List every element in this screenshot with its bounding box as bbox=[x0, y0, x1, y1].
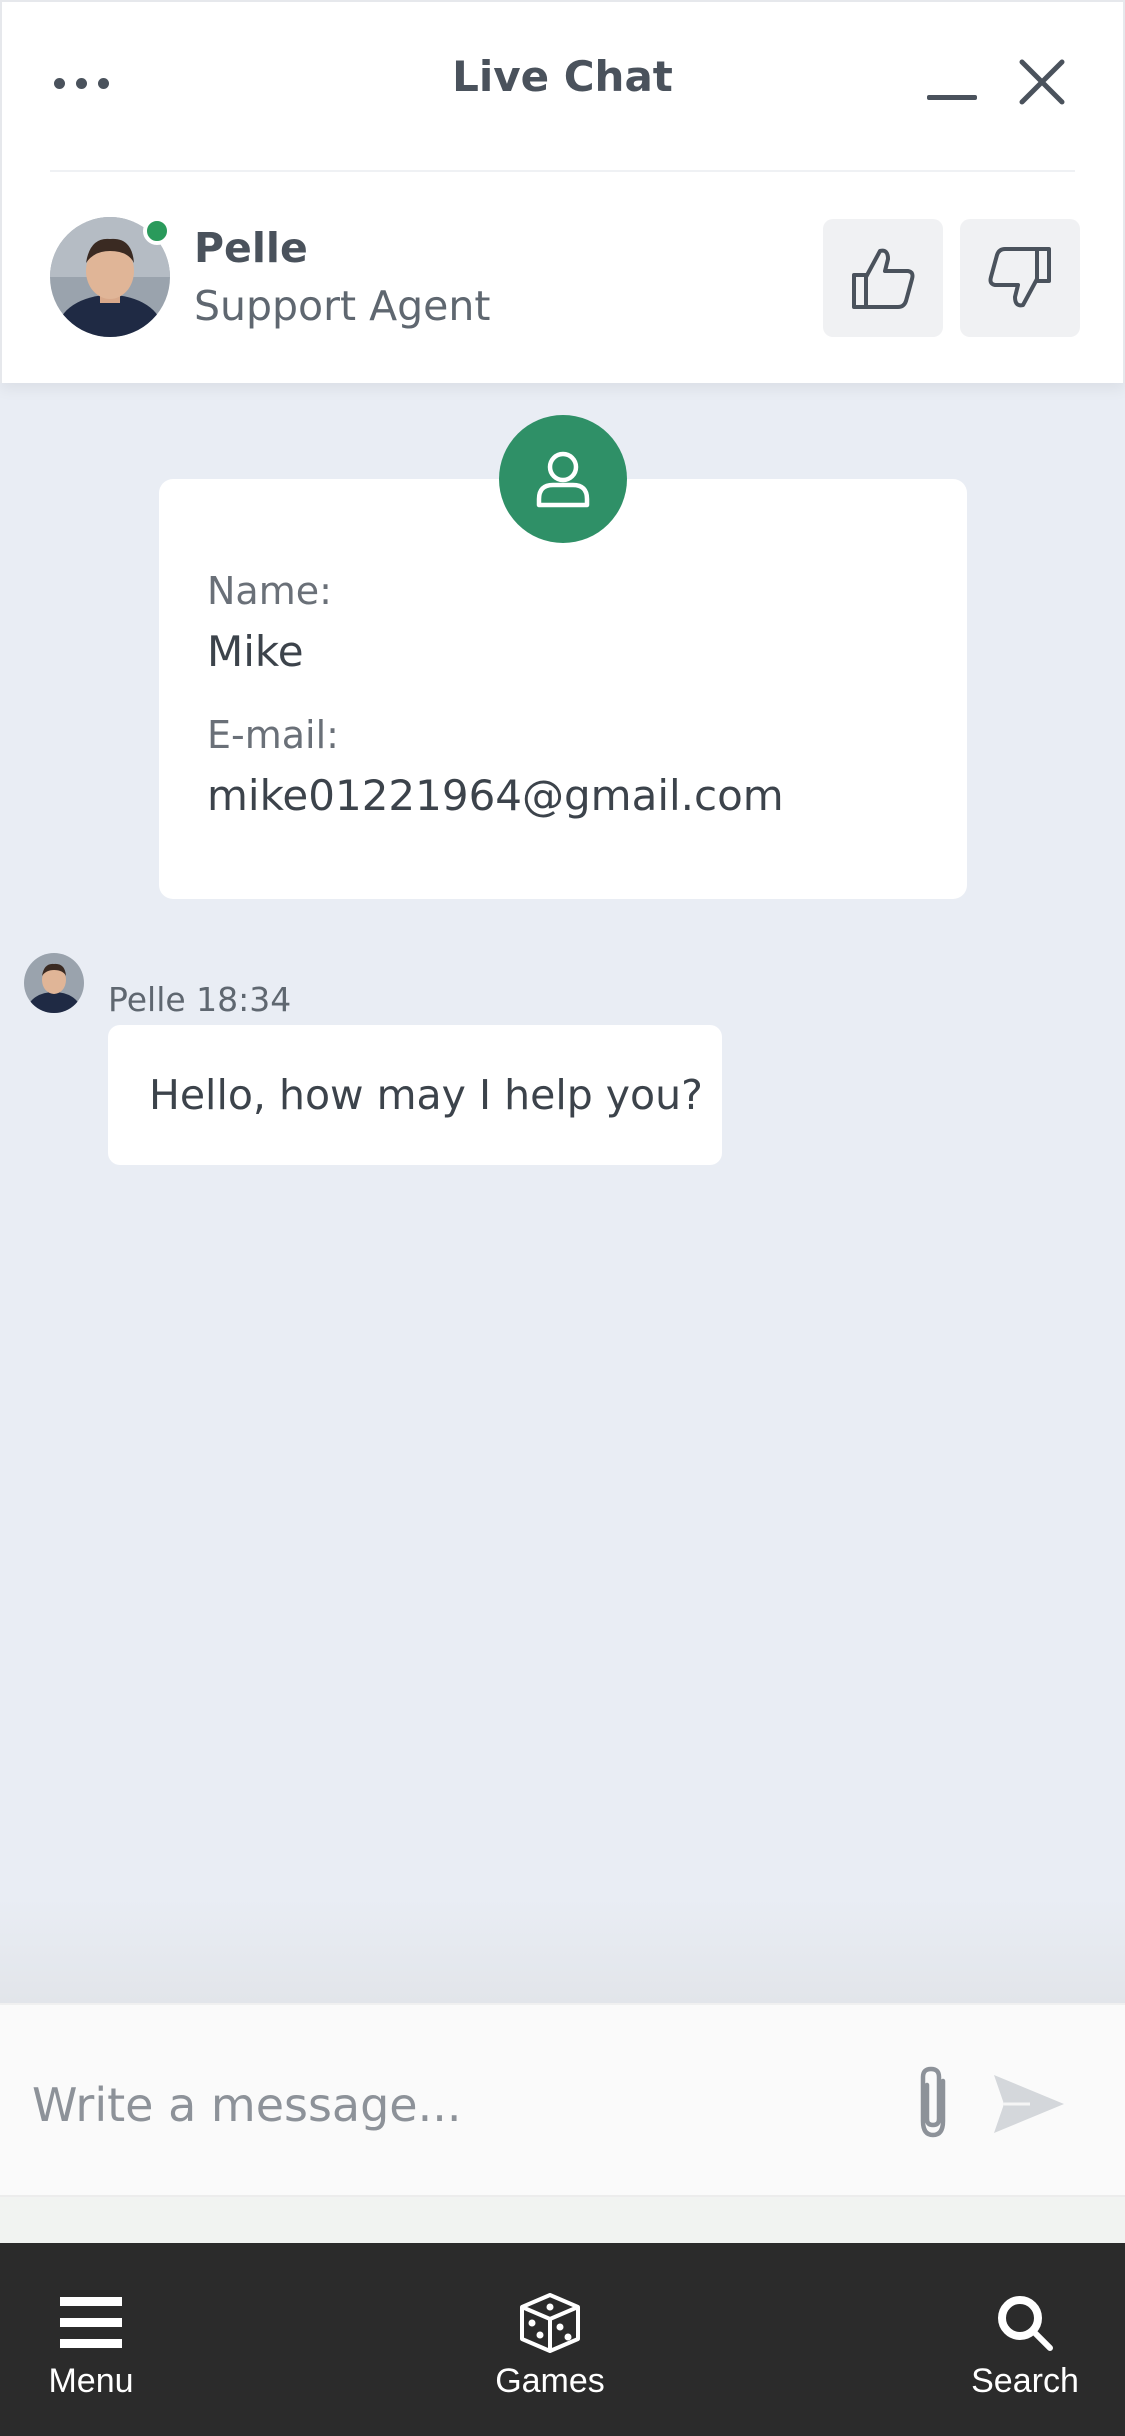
chat-messages-area[interactable]: Name: Mike E-mail: mike01221964@gmail.co… bbox=[0, 383, 1125, 2003]
online-status-indicator bbox=[143, 217, 171, 245]
hamburger-icon bbox=[60, 2288, 122, 2358]
dice-icon bbox=[518, 2288, 582, 2358]
close-icon[interactable] bbox=[1014, 54, 1070, 110]
title-bar: Live Chat bbox=[2, 2, 1123, 172]
bottom-navigation: Menu Games Search bbox=[0, 2243, 1125, 2436]
chat-bottom-fade bbox=[0, 1898, 1125, 2003]
user-info-badge bbox=[499, 415, 627, 543]
thumbs-down-button[interactable] bbox=[960, 219, 1080, 337]
search-icon bbox=[994, 2288, 1056, 2358]
agent-name: Pelle bbox=[194, 224, 308, 272]
message-avatar bbox=[24, 953, 84, 1013]
chat-header: Live Chat Pelle Support Agent bbox=[0, 0, 1125, 383]
agent-role: Support Agent bbox=[194, 282, 491, 330]
email-label: E-mail: bbox=[207, 713, 339, 757]
message-composer bbox=[0, 2003, 1125, 2195]
nav-menu-label: Menu bbox=[48, 2362, 134, 2400]
minimize-icon[interactable] bbox=[922, 57, 982, 107]
nav-search-label: Search bbox=[971, 2362, 1079, 2400]
thumbs-up-icon bbox=[852, 248, 915, 309]
nav-games[interactable]: Games bbox=[480, 2243, 620, 2436]
composer-footer bbox=[0, 2195, 1125, 2243]
live-chat-app: Live Chat Pelle Support Agent Name: Mike… bbox=[0, 0, 1125, 2436]
thumbs-down-icon bbox=[988, 247, 1051, 308]
user-icon bbox=[536, 451, 590, 508]
send-icon[interactable] bbox=[990, 2069, 1068, 2139]
email-value: mike01221964@gmail.com bbox=[207, 771, 784, 820]
agent-info: Pelle Support Agent bbox=[2, 172, 1123, 385]
nav-search[interactable]: Search bbox=[955, 2243, 1095, 2436]
thumbs-up-button[interactable] bbox=[823, 219, 943, 337]
nav-games-label: Games bbox=[495, 2362, 605, 2400]
paperclip-icon[interactable] bbox=[905, 2061, 961, 2145]
message-bubble: Hello, how may I help you? bbox=[108, 1025, 722, 1165]
name-label: Name: bbox=[207, 569, 332, 613]
name-value: Mike bbox=[207, 627, 304, 676]
message-input[interactable] bbox=[30, 2055, 870, 2155]
message-meta: Pelle 18:34 bbox=[108, 980, 292, 1019]
nav-menu[interactable]: Menu bbox=[30, 2243, 152, 2436]
